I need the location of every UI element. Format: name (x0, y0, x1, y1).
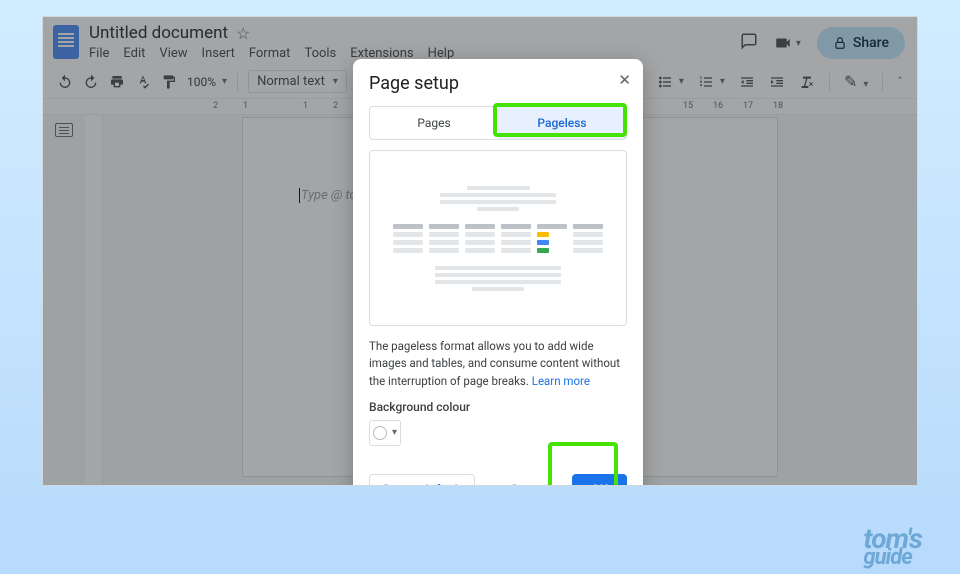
bg-colour-label: Background colour (369, 400, 627, 414)
tab-pages[interactable]: Pages (370, 107, 498, 139)
watermark: tom'sguide (863, 527, 922, 568)
learn-more-link[interactable]: Learn more (532, 374, 590, 388)
close-icon[interactable]: ✕ (618, 71, 631, 89)
dialog-title: Page setup (369, 73, 627, 94)
pageless-illustration (369, 150, 627, 326)
app-window: Untitled document ☆ File Edit View Inser… (42, 16, 918, 486)
tabs: Pages Pageless (369, 106, 627, 140)
chevron-down-icon: ▾ (392, 427, 397, 438)
bg-colour-selector[interactable]: ▾ (369, 420, 401, 446)
colour-swatch-icon (373, 426, 387, 440)
ok-button[interactable]: OK (572, 474, 627, 486)
dialog-actions: Set as default Cancel OK (369, 474, 627, 486)
dialog-description: The pageless format allows you to add wi… (369, 338, 627, 390)
page-setup-dialog: ✕ Page setup Pages Pageless (353, 59, 643, 486)
cancel-button[interactable]: Cancel (498, 475, 562, 486)
set-default-button[interactable]: Set as default (369, 474, 475, 486)
tab-pageless[interactable]: Pageless (498, 107, 626, 139)
